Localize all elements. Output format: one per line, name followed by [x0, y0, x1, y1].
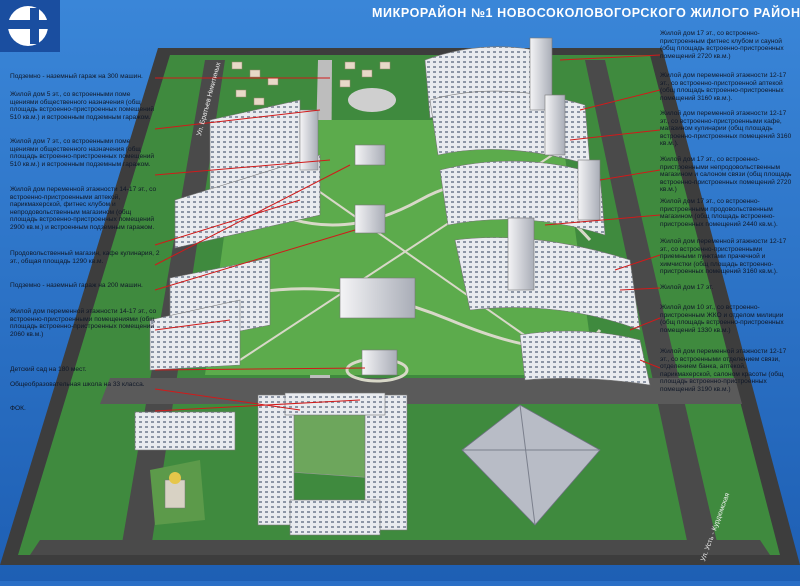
- left-label-1: Подземно - наземный гараж на 300 машин.: [10, 73, 143, 80]
- left-label-8: Детский сад на 180 мест.: [10, 366, 87, 373]
- left-label-10: ФОК.: [10, 405, 26, 412]
- right-label-6: Жилой дом переменной этажности 12-17 эт.…: [660, 238, 787, 276]
- right-label-5: Жилой дом 17 эт., со встроенно-пристроен…: [660, 198, 778, 228]
- company-logo: [0, 0, 60, 52]
- right-label-4: Жилой дом 17 эт., со встроенно-пристроен…: [660, 156, 792, 194]
- left-label-5: Продовольственный магазин, кафе кулинари…: [10, 250, 160, 265]
- right-label-7: Жилой дом 17 эт.: [660, 284, 714, 291]
- right-label-9: Жилой дом переменной этажности 12-17 эт.…: [660, 348, 787, 393]
- left-label-4: Жилой дом переменной этажности 14-17 эт.…: [10, 186, 157, 231]
- left-label-2: Жилой дом 5 эт., со встроенными поме щен…: [10, 91, 155, 121]
- left-label-9: Общеобразовательная школа на 33 класса.: [10, 381, 145, 388]
- right-label-8: Жилой дом 10 эт., со встроенно-пристроен…: [660, 304, 784, 334]
- round-plaza: [348, 88, 396, 112]
- left-label-7: Жилой дом переменной этажности 14-17 эт.…: [10, 308, 157, 338]
- road-bottom: [30, 540, 770, 555]
- right-label-1: Жилой дом 17 эт., со встроенно-пристроен…: [660, 30, 784, 60]
- left-label-6: Подземно - наземный гараж на 200 машин.: [10, 282, 143, 289]
- right-label-2: Жилой дом переменной этажности 12-17 эт.…: [660, 72, 787, 102]
- page-title: МИКРОРАЙОН №1 НОВОСОКОЛОВОГОРСКОГО ЖИЛОГ…: [372, 6, 800, 20]
- right-label-3: Жилой дом переменной этажности 12-17 эт.…: [660, 110, 792, 148]
- left-label-3: Жилой дом 7 эт., со встроенными поме щен…: [10, 138, 155, 168]
